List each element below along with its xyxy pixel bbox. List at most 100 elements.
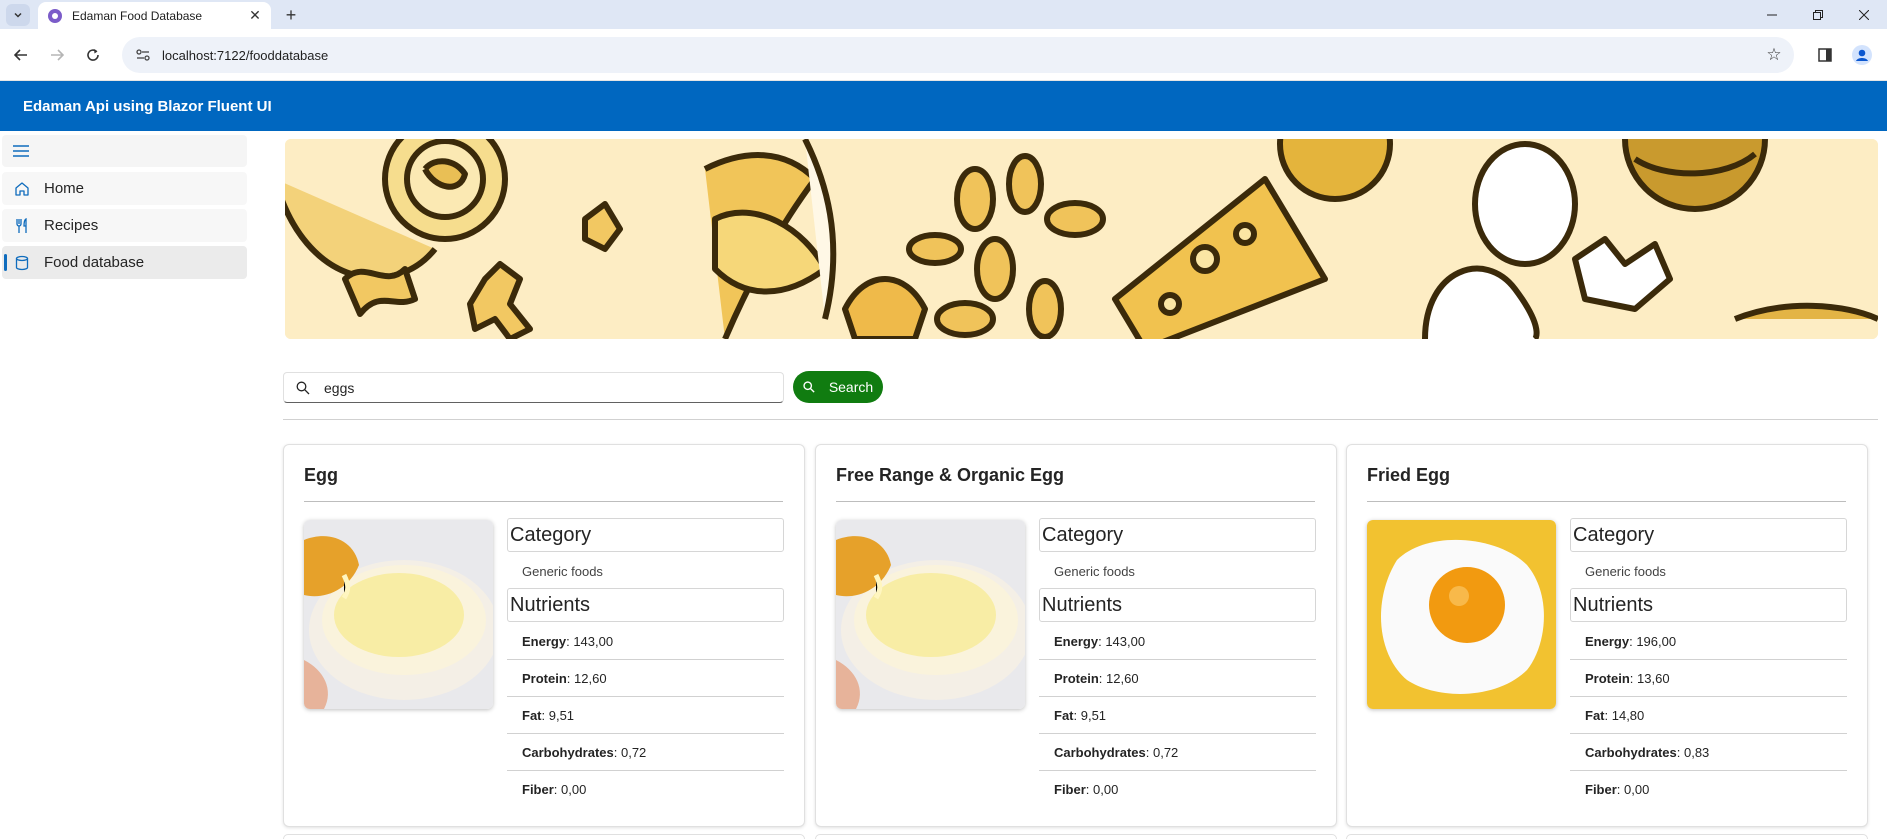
hamburger-icon [13,145,29,157]
category-value: Generic foods [522,564,603,579]
tab-list-button[interactable] [6,4,30,26]
nutrient-label: Energy [1585,633,1630,649]
app-header: Edaman Api using Blazor Fluent UI [0,81,1887,131]
site-info-icon[interactable] [134,46,152,64]
nutrient-fat: Fat: 9,51 [1039,697,1316,734]
utensils-icon [14,217,30,234]
favicon-icon [48,8,62,23]
food-image-raw-egg [836,520,1025,709]
divider [304,501,783,502]
close-window-button[interactable] [1841,0,1887,29]
sidebar-item-label: Food database [44,254,145,271]
food-name: Free Range & Organic Egg [836,465,1065,485]
nutrient-label: Energy [1054,633,1099,649]
nutrient-value: 143,00 [1105,633,1146,649]
home-icon [14,181,30,197]
food-image-raw-egg [304,520,493,709]
nutrient-value: 9,51 [1080,707,1107,723]
category-heading: Category [1039,518,1316,552]
sidebar-item-home[interactable]: Home [2,172,247,205]
food-image-fried-egg [1367,520,1556,709]
nutrient-label: Carbohydrates [1054,744,1146,760]
nutrient-label: Protein [1054,670,1099,686]
nutrients-heading: Nutrients [1570,588,1847,622]
new-tab-button[interactable]: + [280,4,302,26]
bookmark-star-icon[interactable]: ☆ [1760,45,1788,65]
nutrient-carbohydrates: Carbohydrates: 0,72 [1039,734,1316,771]
address-bar[interactable]: localhost:7122/fooddatabase ☆ [122,37,1794,73]
database-icon [14,255,30,271]
reload-icon [87,49,99,61]
nutrient-value: 12,60 [1106,670,1139,686]
search-input[interactable] [324,379,744,396]
tab-title: Edaman Food Database [72,8,203,23]
minimize-button[interactable] [1749,0,1795,29]
close-icon[interactable]: ✕ [245,6,265,26]
nutrient-protein: Protein: 12,60 [1039,660,1316,697]
app-title: Edaman Api using Blazor Fluent UI [23,97,272,115]
nutrient-energy: Energy: 143,00 [507,623,784,660]
avatar-icon [1852,45,1872,65]
category-heading: Category [507,518,784,552]
nutrient-value: 0,83 [1683,744,1710,760]
url-text[interactable]: localhost:7122/fooddatabase [162,48,1760,63]
nutrient-energy: Energy: 196,00 [1570,623,1847,660]
food-card [1346,834,1868,839]
nutrient-value: 0,72 [620,744,647,760]
nav-toggle-button[interactable] [2,135,247,167]
nutrient-label: Fiber [1054,782,1086,797]
sidebar-item-recipes[interactable]: Recipes [2,209,247,242]
nutrient-label: Carbohydrates [522,744,614,760]
side-panel-button[interactable] [1813,43,1837,67]
forward-button[interactable] [45,43,69,67]
nutrient-fat: Fat: 9,51 [507,697,784,734]
browser-tab-bar: Edaman Food Database ✕ + [0,0,1887,29]
food-card: Egg Category Generic foods Nutrients Ene… [283,444,805,827]
category-value: Generic foods [1054,564,1135,579]
nutrient-label: Fiber [522,782,554,797]
food-card: Fried Egg Category Generic foods Nutrien… [1346,444,1868,827]
nutrient-protein: Protein: 12,60 [507,660,784,697]
divider [283,419,1878,420]
nutrient-protein: Protein: 13,60 [1570,660,1847,697]
nutrient-fiber: Fiber: 0,00 [1585,782,1650,797]
search-button[interactable]: Search [793,371,883,403]
reload-button[interactable] [81,43,105,67]
category-heading: Category [1570,518,1847,552]
search-icon [296,380,312,396]
nutrient-value: 12,60 [574,670,607,686]
minimize-icon [1767,14,1777,15]
browser-tab[interactable]: Edaman Food Database ✕ [38,2,271,29]
nutrient-value: 9,51 [548,707,575,723]
search-button-label: Search [828,379,874,395]
divider [1367,501,1846,502]
nutrient-label: Protein [522,670,567,686]
window-controls [1749,0,1887,29]
nutrient-fiber: Fiber: 0,00 [1054,782,1119,797]
nutrient-value: 14,80 [1611,707,1645,723]
food-card: Free Range & Organic Egg Category Generi… [815,444,1337,827]
nutrient-label: Fat [522,707,542,723]
food-banner-image [285,139,1878,339]
search-icon [803,380,817,394]
category-value: Generic foods [1585,564,1666,579]
sidebar-item-label: Home [44,180,85,197]
profile-button[interactable] [1850,43,1874,67]
nutrient-label: Fat [1054,707,1074,723]
nutrient-value: 13,60 [1637,670,1670,686]
nutrient-label: Protein [1585,670,1630,686]
restore-button[interactable] [1795,0,1841,29]
nutrients-heading: Nutrients [1039,588,1316,622]
nutrient-value: 0,00 [1624,782,1650,797]
chevron-down-icon [14,12,22,18]
arrow-left-icon [14,49,27,61]
nutrient-value: 0,72 [1152,744,1179,760]
sidebar-item-food-database[interactable]: Food database [2,246,247,279]
back-button[interactable] [9,43,33,67]
nutrient-label: Fat [1585,707,1605,723]
search-field[interactable] [283,372,784,403]
nutrient-value: 0,00 [1093,782,1119,797]
restore-icon [1813,9,1823,20]
nutrient-label: Carbohydrates [1585,744,1677,760]
nutrient-label: Energy [522,633,567,649]
